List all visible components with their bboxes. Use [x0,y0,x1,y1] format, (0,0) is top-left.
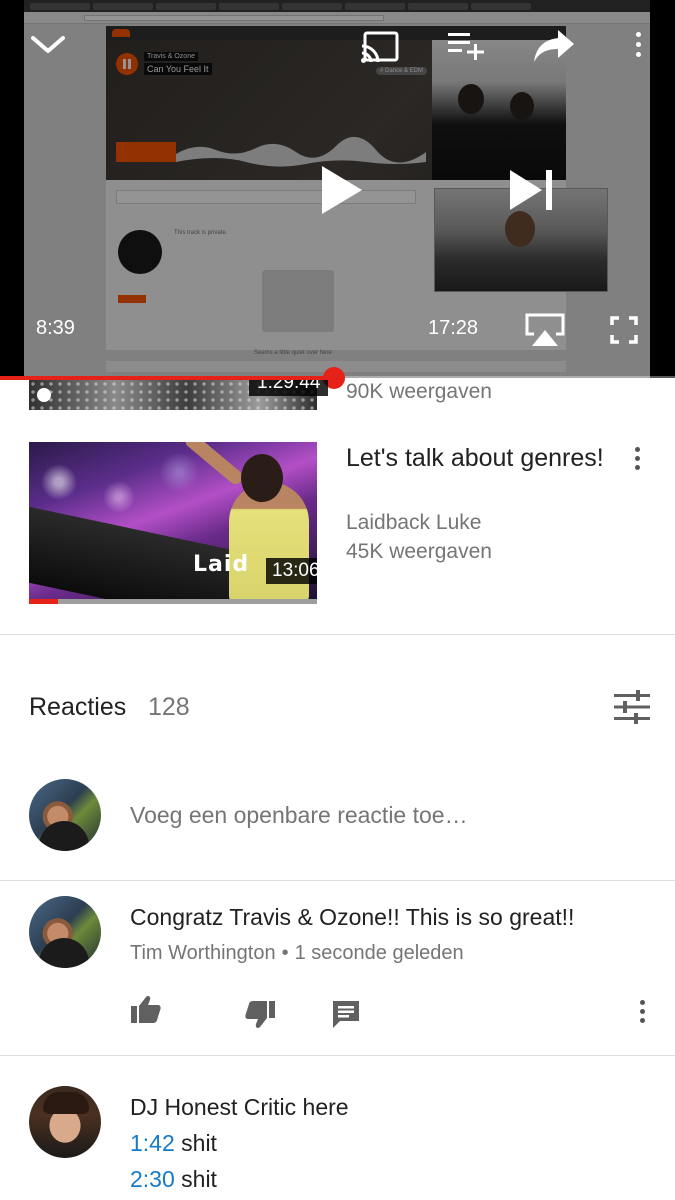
more-vert-icon[interactable] [627,447,647,473]
fullscreen-icon[interactable] [610,316,638,344]
chevron-down-icon[interactable] [30,30,66,58]
comment-meta: Tim Worthington • 1 seconde geleden [130,942,464,965]
related-video-item[interactable]: Laid 13:06 Let's talk about genres! Laid… [0,442,675,606]
add-comment-input[interactable]: Voeg een openbare reactie toe… [130,802,468,829]
watched-progress [29,599,317,604]
thumbnail-logo: Laid [193,552,250,577]
skip-next-icon[interactable] [508,168,556,212]
comment-text: Congratz Travis & Ozone!! This is so gre… [130,904,575,930]
video-duration: 1:29:44 [249,380,329,396]
comment-line: 1:42 shit [130,1130,217,1157]
duration: 17:28 [428,317,479,339]
section-divider [0,634,675,635]
avatar [29,779,101,851]
comments-heading: Reacties [29,693,127,721]
avatar[interactable] [29,1086,101,1158]
airplay-icon[interactable] [524,312,566,348]
comment-line: 2:30 shit [130,1166,217,1193]
video-views: 45K weergaven [346,540,492,563]
channel-name: Laidback Luke [346,511,482,534]
more-vert-icon[interactable] [628,32,648,58]
comment-text: DJ Honest Critic here [130,1094,349,1120]
add-to-playlist-icon[interactable] [446,30,486,62]
timestamp-link[interactable]: 2:30 [130,1166,175,1192]
share-icon[interactable] [532,28,576,64]
watched-progress-fill [29,599,58,604]
section-divider [0,1055,675,1056]
video-player[interactable]: Travis & Ozone Can You Feel It # Dance &… [0,0,675,378]
comment-line-text: shit [174,1166,217,1192]
comments-count: 128 [148,693,190,721]
live-badge-icon [37,388,51,402]
comment-line-text: shit [174,1130,217,1156]
current-time: 8:39 [36,317,75,339]
more-vert-icon[interactable] [632,1000,652,1026]
sort-icon[interactable] [614,690,650,724]
thumb-down-icon[interactable] [244,998,276,1030]
meta-separator: • [281,942,289,964]
timestamp-link[interactable]: 1:42 [130,1130,175,1156]
comment-time: 1 seconde geleden [294,942,464,964]
thumb-up-icon[interactable] [130,994,162,1026]
reply-icon[interactable] [330,998,362,1030]
video-views: 90K weergaven [346,380,492,403]
play-icon[interactable] [320,164,364,216]
avatar[interactable] [29,896,101,968]
related-video-partial[interactable]: 1:29:44 90K weergaven [0,380,675,410]
section-divider [0,880,675,881]
comment-author[interactable]: Tim Worthington [130,942,276,964]
related-thumbnail[interactable]: Laid 13:06 [29,442,317,604]
video-duration: 13:06 [266,558,317,584]
video-title[interactable]: Let's talk about genres! [346,442,606,475]
cast-icon[interactable] [360,30,400,64]
related-thumbnail[interactable]: 1:29:44 [29,380,329,410]
